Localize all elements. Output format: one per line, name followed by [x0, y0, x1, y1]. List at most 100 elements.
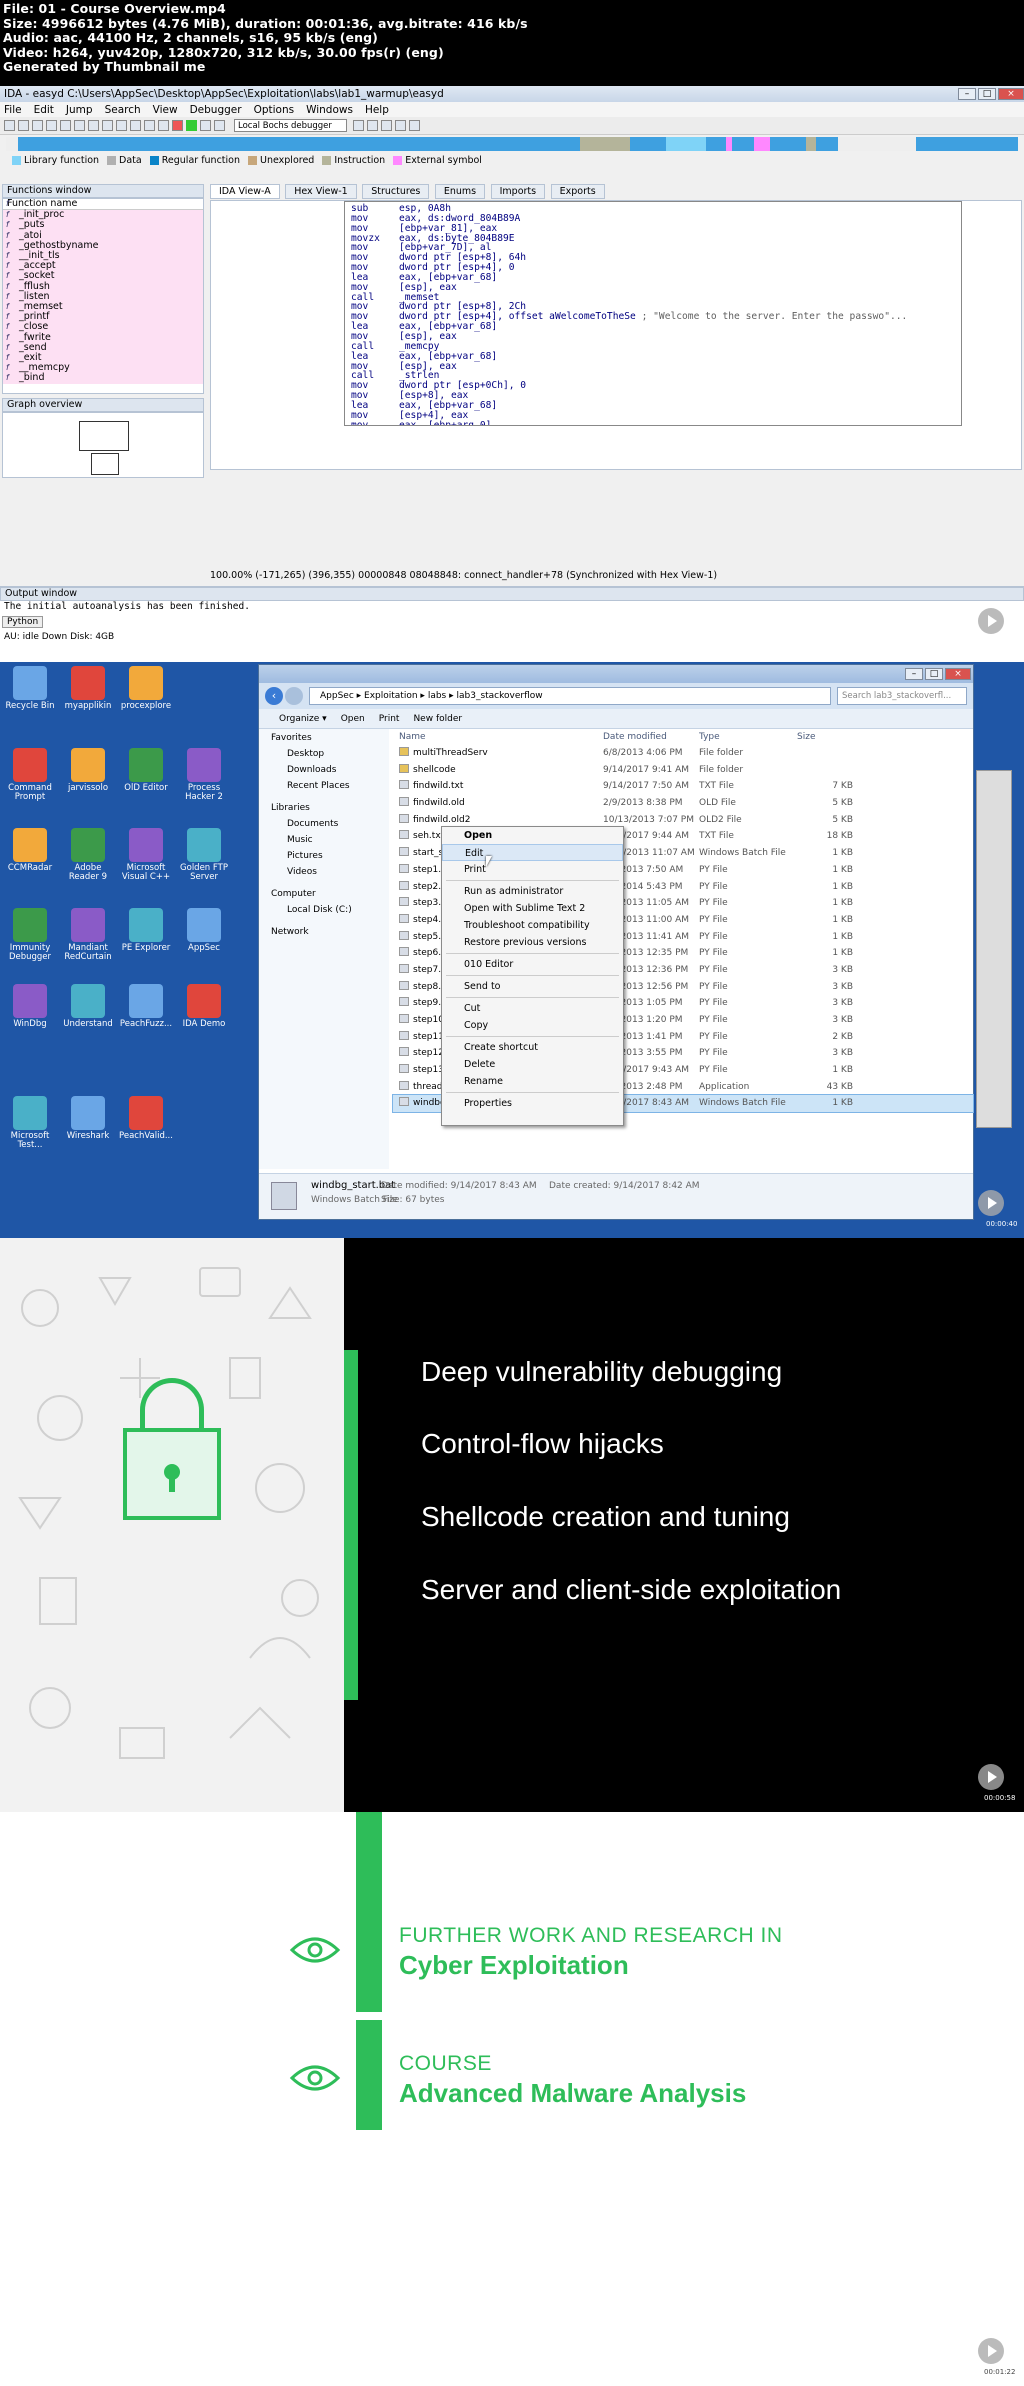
menu-help[interactable]: Help	[365, 104, 389, 116]
play-icon[interactable]	[978, 1764, 1004, 1790]
desktop-shortcut[interactable]: Golden FTP Server	[176, 828, 232, 882]
context-010-editor[interactable]: 010 Editor	[442, 956, 623, 973]
nav-item-music[interactable]: Music	[287, 835, 313, 845]
forward-icon[interactable]	[285, 687, 303, 705]
detach-icon[interactable]	[380, 120, 392, 131]
context-open-with-sublime-text-2[interactable]: Open with Sublime Text 2	[442, 900, 623, 917]
tab-exports[interactable]: Exports	[550, 184, 605, 199]
maximize-button[interactable]: □	[925, 668, 943, 680]
play-icon[interactable]	[978, 608, 1004, 634]
file-row[interactable]: shellcode 9/14/2017 9:41 AM File folder	[393, 762, 973, 779]
asm-line[interactable]: mov eax, [ebp+arg_0]	[351, 420, 955, 425]
context-run-as-administrator[interactable]: Run as administrator	[442, 883, 623, 900]
organize-button[interactable]: Organize ▾	[279, 714, 327, 724]
functions-list[interactable]: Function name _init_proc _puts _atoi _ge…	[2, 198, 204, 394]
breadcrumb-item[interactable]: AppSec	[320, 691, 354, 701]
menu-view[interactable]: View	[153, 104, 178, 116]
pause-icon[interactable]	[200, 120, 211, 131]
desktop-shortcut[interactable]: Wireshark	[60, 1096, 116, 1141]
context-create-shortcut[interactable]: Create shortcut	[442, 1039, 623, 1056]
desktop-shortcut[interactable]: Microsoft Visual C++	[118, 828, 174, 882]
hex-icon[interactable]	[130, 120, 141, 131]
navigation-band[interactable]	[6, 137, 1018, 151]
attach-icon[interactable]	[366, 120, 378, 131]
context-delete[interactable]: Delete	[442, 1056, 623, 1073]
text-search-icon[interactable]	[102, 120, 113, 131]
asm-line[interactable]: mov [esp], eax	[351, 332, 955, 342]
desktop-shortcut[interactable]: procexplore	[118, 666, 174, 711]
nav-item-videos[interactable]: Videos	[287, 867, 317, 877]
nav-item-recent-places[interactable]: Recent Places	[287, 781, 350, 791]
breadcrumb-item[interactable]: Exploitation	[364, 691, 418, 701]
breadcrumb-item[interactable]: labs	[428, 691, 446, 701]
menu-file[interactable]: File	[4, 104, 22, 116]
context-troubleshoot-compatibility[interactable]: Troubleshoot compatibility	[442, 917, 623, 934]
delete-icon[interactable]	[172, 120, 183, 131]
menu-debugger[interactable]: Debugger	[190, 104, 242, 116]
minimize-button[interactable]: –	[958, 88, 976, 100]
desktop-shortcut[interactable]: Understand	[60, 984, 116, 1029]
nav-item-computer[interactable]: Computer	[271, 889, 316, 899]
back-icon[interactable]	[32, 120, 43, 131]
tab-hex-view[interactable]: Hex View-1	[285, 184, 357, 199]
play-icon[interactable]	[978, 1190, 1004, 1216]
open-button[interactable]: Open	[341, 714, 365, 724]
desktop-shortcut[interactable]: OlD Editor	[118, 748, 174, 793]
context-copy[interactable]: Copy	[442, 1017, 623, 1034]
asm-line[interactable]: mov [esp], eax	[351, 282, 955, 293]
close-button[interactable]: ×	[945, 668, 971, 680]
new-folder-button[interactable]: New folder	[413, 714, 462, 724]
back-icon[interactable]: ‹	[265, 687, 283, 705]
debugger-select[interactable]: Local Bochs debugger	[234, 119, 347, 132]
context-rename[interactable]: Rename	[442, 1073, 623, 1090]
column-name[interactable]: Name	[393, 729, 603, 745]
context-send-to[interactable]: Send to	[442, 978, 623, 995]
context-open[interactable]: Open	[442, 827, 623, 844]
desktop-shortcut[interactable]: Mandiant RedCurtain	[60, 908, 116, 962]
maximize-button[interactable]: □	[978, 88, 996, 100]
file-row[interactable]: findwild.old 2/9/2013 8:38 PM OLD File 5 KB	[393, 795, 973, 812]
column-type[interactable]: Type	[699, 729, 797, 745]
stop-icon[interactable]	[214, 120, 225, 131]
asm-line[interactable]: mov [esp], eax	[351, 361, 955, 372]
menu-windows[interactable]: Windows	[306, 104, 353, 116]
tab-structures[interactable]: Structures	[362, 184, 430, 199]
nav-item-documents[interactable]: Documents	[287, 819, 338, 829]
desktop-shortcut[interactable]: Recycle Bin	[2, 666, 58, 711]
menu-search[interactable]: Search	[105, 104, 141, 116]
desktop-shortcut[interactable]: CCMRadar	[2, 828, 58, 873]
file-row[interactable]: findwild.txt 9/14/2017 7:50 AM TXT File 7 K…	[393, 778, 973, 795]
minimize-button[interactable]: –	[905, 668, 923, 680]
close-button[interactable]: ×	[998, 88, 1024, 100]
desktop-shortcut[interactable]: Microsoft Test...	[2, 1096, 58, 1150]
binary-search-icon[interactable]	[88, 120, 99, 131]
graph-icon[interactable]	[116, 120, 127, 131]
nav-item-downloads[interactable]: Downloads	[287, 765, 336, 775]
play-icon[interactable]	[978, 2338, 1004, 2364]
open-icon[interactable]	[4, 120, 15, 131]
enum-icon[interactable]	[158, 120, 169, 131]
save-icon[interactable]	[18, 120, 29, 131]
context-print[interactable]: Print	[442, 861, 623, 878]
tab-ida-view-a[interactable]: IDA View-A	[210, 184, 280, 199]
menu-jump[interactable]: Jump	[66, 104, 93, 116]
breadcrumb[interactable]: AppSec ▸ Exploitation ▸ labs ▸ lab3_stac…	[309, 687, 831, 705]
struct-icon[interactable]	[144, 120, 155, 131]
graph-overview-canvas[interactable]	[2, 412, 204, 478]
column-size[interactable]: Size	[797, 729, 853, 745]
python-button[interactable]: Python	[2, 616, 44, 628]
context-restore-previous-versions[interactable]: Restore previous versions	[442, 934, 623, 951]
nav-item-local-disk-c[interactable]: Local Disk (C:)	[287, 905, 352, 915]
desktop-shortcut[interactable]: myapplikin	[60, 666, 116, 711]
run-icon[interactable]	[186, 120, 197, 131]
nav-item-desktop[interactable]: Desktop	[287, 749, 324, 759]
find-icon[interactable]	[74, 120, 85, 131]
function-item[interactable]: _bind	[3, 373, 203, 384]
breadcrumb-item[interactable]: lab3_stackoverflow	[456, 691, 542, 701]
context-properties[interactable]: Properties	[442, 1095, 623, 1112]
menu-edit[interactable]: Edit	[34, 104, 54, 116]
print-button[interactable]: Print	[379, 714, 400, 724]
nav-item-pictures[interactable]: Pictures	[287, 851, 323, 861]
step-over-icon[interactable]	[408, 120, 420, 131]
context-edit[interactable]: Edit	[442, 844, 623, 861]
